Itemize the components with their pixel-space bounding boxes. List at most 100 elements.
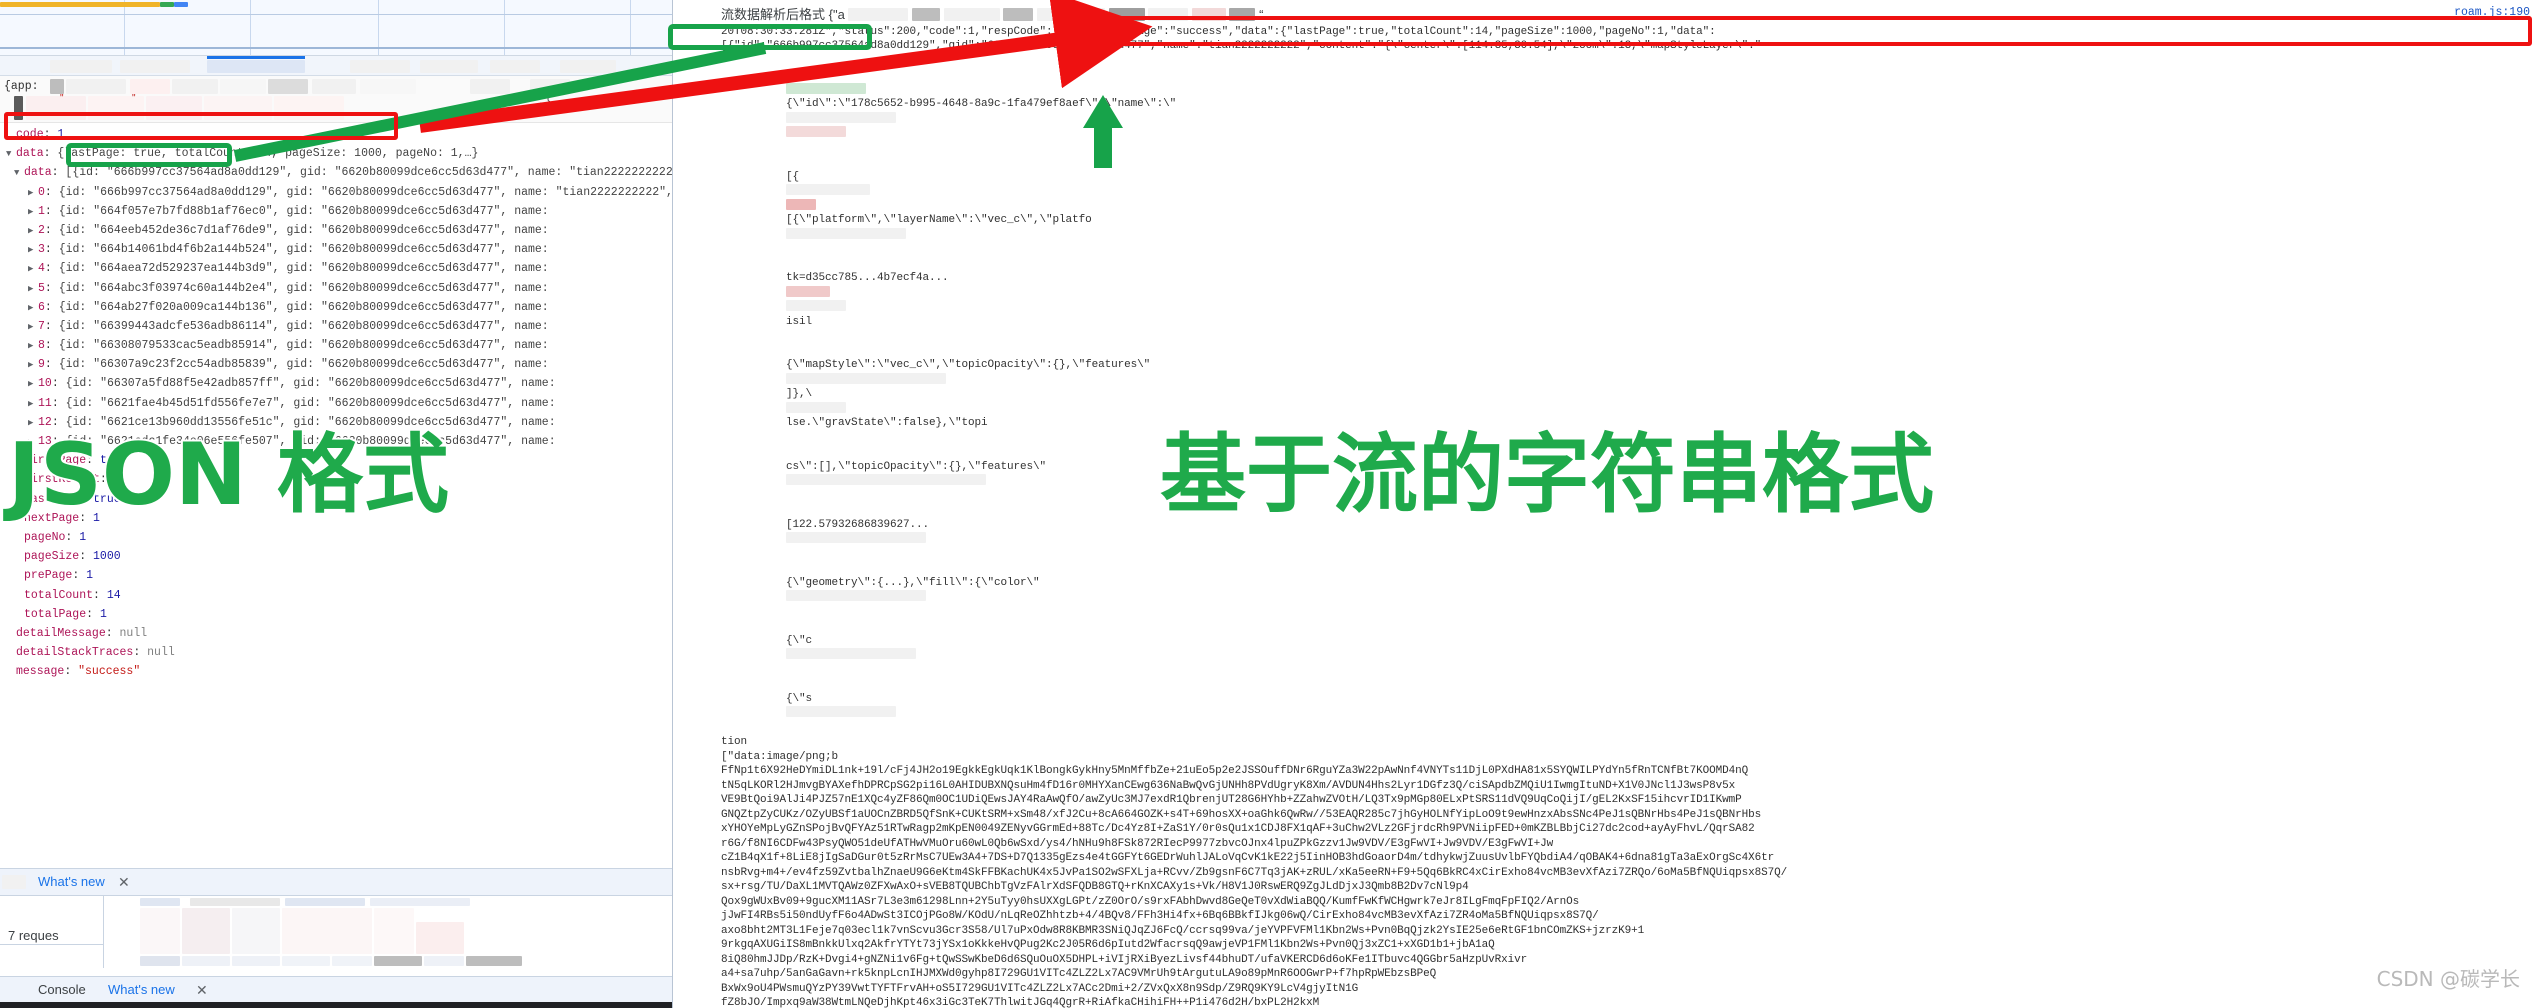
json-row[interactable]: ▶ 1: {id: "664f057e7b7fd88b1af76ec0", gid… [0,202,672,221]
console-message-1[interactable]: 流数据解析后格式 {"a “ roam.js:190 20T08:30:33.2… [715,0,2538,1008]
json-separator: : [51,435,66,448]
expand-triangle-closed-icon[interactable]: ▶ [28,433,38,452]
json-separator: : [43,128,58,141]
source-link-1[interactable]: roam.js:190 [2454,6,2530,21]
json-row[interactable]: message: "success" [0,662,672,681]
console-drawer-bar[interactable]: Console What's new ✕ [0,976,672,1002]
json-row[interactable]: nextPage: 1 [0,509,672,528]
json-key: 5 [38,281,45,295]
preview-tab-row[interactable] [0,56,672,76]
console-blob-16: a4+sa7uhp/5anGaGavn+rk5knpLcnIHJMXWd0gyh… [721,968,1437,980]
expand-triangle-closed-icon[interactable]: ▶ [28,241,38,260]
message-prefix-label: 流数据解析后格式 {"a [721,7,845,22]
json-separator: : [44,262,59,276]
json-row[interactable]: ▶ 8: {id: "66308079533cac5eadb85914", gid… [0,336,672,355]
json-row[interactable]: ▶ 2: {id: "664eeb452de36c7d1af76de9", gid… [0,221,672,240]
console-raw-line-1f: {\"mapStyle\":\"vec_c\",\"topicOpacity\"… [786,359,1151,371]
json-row[interactable]: ▶ 3: {id: "664b14061bd4f6b2a144b524", gid… [0,240,672,259]
json-value: {id: "664abc3f03974c60a144b2e4", gid: "6… [58,281,549,295]
json-key: data [16,147,44,161]
json-row[interactable]: ▶ 0: {id: "666b997cc37564ad8a0dd129", gid… [0,183,672,202]
json-row[interactable]: ▼ data: [{id: "666b997cc37564ad8a0dd129",… [0,163,672,182]
expand-triangle-closed-icon[interactable]: ▶ [28,299,38,318]
json-row[interactable]: lastPage: true [0,490,672,509]
json-row[interactable]: code: 1 [0,125,672,144]
expand-triangle-closed-icon[interactable]: ▶ [28,280,38,299]
expand-triangle-closed-icon[interactable]: ▶ [28,414,38,433]
expand-triangle-closed-icon[interactable]: ▶ [28,184,38,203]
json-key: nextPage [24,511,80,525]
devtools-screenshot: {app: ,} " " code: 1 ▼ data: {lastPage: tr… [0,0,2538,1008]
json-key: firstPage [24,454,87,468]
json-separator: : [51,415,66,429]
json-row[interactable]: ▶ 13: {id: "6621cdc1fe34e06e556fe507", gi… [0,432,672,451]
json-row[interactable]: detailMessage: null [0,624,672,643]
tab-whats-new-drawer[interactable]: What's new [108,982,175,997]
json-row[interactable]: firstResult: 0 [0,470,672,489]
json-key: 1 [38,204,45,218]
json-row[interactable]: ▶ 7: {id: "66399443adcfe536adb86114", gid… [0,317,672,336]
json-row[interactable]: pageNo: 1 [0,528,672,547]
json-key: data [24,166,52,180]
close-icon[interactable]: ✕ [118,874,130,891]
requests-count-label: 7 reques [8,928,59,943]
tab-whats-new[interactable]: What's new [38,874,105,889]
json-key: 0 [38,185,45,199]
console-raw-line-1e: tk=d35cc785...4b7ecf4a... [786,272,949,284]
close-icon-drawer[interactable]: ✕ [196,982,208,999]
json-row[interactable]: pageSize: 1000 [0,547,672,566]
console-blob-10: sx+rsg/TU/DaXL1MVTQAWz0ZFXwAxO+sVEB8TQUB… [721,881,1469,893]
json-key: firstResult [24,473,100,487]
expand-triangle-open-icon[interactable]: ▼ [6,145,16,164]
panel-divider [103,896,104,968]
console-blob-15: 8iQ80hmJJDp/RzK+Dvgi4+gNZNi1v6Fg+tQwSSwK… [721,953,1528,966]
expand-triangle-closed-icon[interactable]: ▶ [28,260,38,279]
json-preview-tree[interactable]: code: 1 ▼ data: {lastPage: true, totalCoun… [0,123,672,868]
json-separator: : [72,569,87,583]
tab-console[interactable]: Console [38,982,86,997]
preview-header-block: {app: ,} " " [0,76,672,123]
json-key: 11 [38,396,52,410]
console-messages[interactable]: 流数据解析后格式 {"a “ roam.js:190 20T08:30:33.2… [715,0,2538,1008]
json-row[interactable]: ▶ 12: {id: "6621ce13b960dd13556fe51c", gi… [0,413,672,432]
console-raw-line-1i: lse.\"gravState\":false},\"topi [786,417,988,429]
json-value: 1 [86,569,94,583]
json-row[interactable]: ▼ data: {lastPage: true, totalCount: 14, … [0,144,672,163]
json-key: prePage [24,569,73,583]
json-row[interactable]: ▶ 5: {id: "664abc3f03974c60a144b2e4", gid… [0,279,672,298]
active-tab-underline [207,56,305,59]
expand-triangle-closed-icon[interactable]: ▶ [28,318,38,337]
expand-triangle-closed-icon[interactable]: ▶ [28,337,38,356]
json-key: 6 [38,300,45,314]
expand-triangle-open-icon[interactable]: ▼ [14,164,24,183]
json-value: {id: "66399443adcfe536adb86114", gid: "6… [58,319,549,333]
json-row[interactable]: ▶ 9: {id: "66307a9c23f2cc54adb85839", gid… [0,355,672,374]
expand-triangle-closed-icon[interactable]: ▶ [28,222,38,241]
expand-triangle-closed-icon[interactable]: ▶ [28,203,38,222]
json-row[interactable]: firstPage: true [0,451,672,470]
console-blob-1: ["data:image/png;b [721,750,839,763]
json-key: 13 [38,435,52,448]
json-row[interactable]: prePage: 1 [0,566,672,585]
left-tab-bar[interactable]: What's new ✕ [0,868,672,896]
network-summary-area [0,896,672,976]
json-separator: : [65,530,80,544]
json-row[interactable]: ▶ 4: {id: "664aea72d529237ea144b3d9", gid… [0,259,672,278]
json-row[interactable]: ▶ 11: {id: "6621fae4b45d51fd556fe7e7", gi… [0,394,672,413]
network-preview-panel: {app: ,} " " code: 1 ▼ data: {lastPage: tr… [0,0,672,1008]
expand-triangle-closed-icon[interactable]: ▶ [28,395,38,414]
json-value: {lastPage: true, totalCount: 14, pageSiz… [57,147,479,161]
json-row[interactable]: ▶ 10: {id: "66307a5fd88f5e42adb857ff", gi… [0,374,672,393]
json-row[interactable]: ▶ 6: {id: "664ab27f020a009ca144b136", gid… [0,298,672,317]
json-row[interactable]: totalPage: 1 [0,605,672,624]
json-value: {id: "664aea72d529237ea144b3d9", gid: "6… [58,262,549,276]
json-row[interactable]: detailStackTraces: null [0,643,672,662]
console-blob-17: BxWx9oU4PWsmuQYzPY39VwtTYFTFrvAH+oS5I729… [721,982,1359,995]
json-separator: : [64,665,79,679]
console-blob-14: 9rkgqAXUGiIS8mBnkkUlxq2AkfrYTYt73jYSx1oK… [721,939,1495,951]
expand-triangle-closed-icon[interactable]: ▶ [28,375,38,394]
console-panel: 流数据解析后格式 {"a “ roam.js:190 20T08:30:33.2… [672,0,2538,1008]
json-value: {id: "664eeb452de36c7d1af76de9", gid: "6… [58,223,549,237]
expand-triangle-closed-icon[interactable]: ▶ [28,356,38,375]
json-row[interactable]: totalCount: 14 [0,586,672,605]
